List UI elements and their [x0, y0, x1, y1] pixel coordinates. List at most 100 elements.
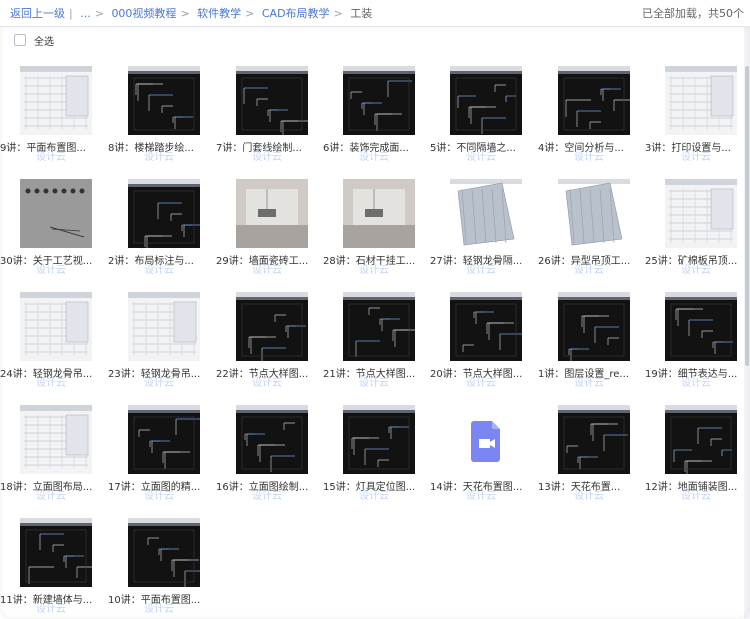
video-thumbnail[interactable] [128, 179, 200, 248]
select-all-label: 全选 [34, 36, 54, 48]
light-thumbnail-image [665, 66, 737, 135]
file-name[interactable]: 18讲：立面图布局... [0, 478, 118, 493]
breadcrumb-item-video-tutorials[interactable]: 000视频教程 [111, 7, 176, 20]
breadcrumb-separator: > [180, 7, 190, 20]
file-item[interactable]: 3讲：打印设置与... 设计云 [645, 66, 750, 166]
file-name[interactable]: 20讲：节点大样图... [430, 365, 548, 380]
video-thumbnail[interactable] [450, 292, 522, 361]
video-thumbnail[interactable] [665, 292, 737, 361]
breadcrumb-back-link[interactable]: 返回上一级 [10, 7, 65, 20]
dark-thumbnail-image [450, 66, 522, 135]
file-name[interactable]: 22讲：节点大样图... [216, 365, 334, 380]
video-thumbnail[interactable] [20, 292, 92, 361]
file-name[interactable]: 3讲：打印设置与... [645, 139, 750, 154]
file-name[interactable]: 15讲：灯具定位图... [323, 478, 441, 493]
file-name[interactable]: 14讲：天花布置图... [430, 478, 548, 493]
video-thumbnail[interactable] [20, 405, 92, 474]
file-name[interactable]: 4讲：空间分析与... [538, 139, 656, 154]
video-thumbnail[interactable] [665, 179, 737, 248]
gray-thumbnail-image [20, 179, 92, 248]
breadcrumb-separator: | [69, 7, 73, 20]
file-name[interactable]: 26讲：异型吊顶工... [538, 252, 656, 267]
video-thumbnail[interactable] [558, 66, 630, 135]
file-item[interactable]: 12讲：地面铺装图... 设计云 [645, 405, 750, 505]
dark-thumbnail-image [343, 292, 415, 361]
file-name[interactable]: 19讲：细节表达与... [645, 365, 750, 380]
scrollbar[interactable] [744, 26, 750, 619]
breadcrumb-separator: > [245, 7, 255, 20]
dark-thumbnail-image [558, 292, 630, 361]
file-name[interactable]: 5讲：不同隔墙之... [430, 139, 548, 154]
breadcrumb-separator: > [94, 7, 104, 20]
file-item[interactable]: 19讲：细节表达与... 设计云 [645, 292, 750, 392]
video-thumbnail[interactable] [343, 179, 415, 248]
file-name[interactable]: 29讲：墙面瓷砖工... [216, 252, 334, 267]
file-name[interactable]: 17讲：立面图的精... [108, 478, 226, 493]
file-name[interactable]: 25讲：矿棉板吊顶... [645, 252, 750, 267]
dark-thumbnail-image [343, 405, 415, 474]
top-bar: 返回上一级 | ... > 000视频教程 > 软件教学 > CAD布局教学 > 工装 已… [0, 0, 750, 27]
dark-thumbnail-image [236, 292, 308, 361]
breadcrumb-ellipsis[interactable]: ... [80, 7, 91, 20]
select-all-checkbox[interactable] [14, 34, 26, 46]
file-name[interactable]: 21讲：节点大样图... [323, 365, 441, 380]
video-thumbnail[interactable] [20, 66, 92, 135]
file-name[interactable]: 9讲：平面布置图... [0, 139, 118, 154]
video-thumbnail[interactable] [236, 292, 308, 361]
file-name[interactable]: 11讲：新建墙体与... [0, 591, 118, 606]
video-thumbnail[interactable] [20, 179, 92, 248]
video-thumbnail[interactable] [450, 66, 522, 135]
video-thumbnail[interactable] [343, 292, 415, 361]
dark-thumbnail-image [558, 66, 630, 135]
dark-thumbnail-image [128, 518, 200, 587]
video-icon-thumbnail-image [450, 405, 522, 474]
render-thumbnail-image [558, 179, 630, 248]
file-name[interactable]: 24讲：轻钢龙骨吊... [0, 365, 118, 380]
render-thumbnail-image [450, 179, 522, 248]
breadcrumb-separator: > [333, 7, 343, 20]
dark-thumbnail-image [236, 405, 308, 474]
video-thumbnail[interactable] [558, 405, 630, 474]
file-name[interactable]: 10讲：平面布置图... [108, 591, 226, 606]
file-name[interactable]: 28讲：石材干挂工... [323, 252, 441, 267]
breadcrumb-item-software[interactable]: 软件教学 [197, 7, 241, 20]
video-thumbnail[interactable] [665, 405, 737, 474]
video-thumbnail[interactable] [236, 405, 308, 474]
video-thumbnail[interactable] [343, 66, 415, 135]
photo-thumbnail-image [343, 179, 415, 248]
file-name[interactable]: 13讲：天花布置... [538, 478, 656, 493]
video-thumbnail[interactable] [558, 179, 630, 248]
file-name[interactable]: 27讲：轻钢龙骨隔... [430, 252, 548, 267]
file-name[interactable]: 16讲：立面图绘制... [216, 478, 334, 493]
file-name[interactable]: 1讲：图层设置_re... [538, 365, 656, 380]
video-thumbnail[interactable] [128, 292, 200, 361]
video-thumbnail[interactable] [343, 405, 415, 474]
scrollbar-thumb[interactable] [745, 66, 749, 366]
file-name[interactable]: 23讲：轻钢龙骨吊... [108, 365, 226, 380]
video-thumbnail[interactable] [558, 292, 630, 361]
file-name[interactable]: 12讲：地面铺装图... [645, 478, 750, 493]
file-name[interactable]: 6讲：装饰完成面... [323, 139, 441, 154]
video-thumbnail[interactable] [450, 405, 522, 474]
video-thumbnail[interactable] [450, 179, 522, 248]
file-name[interactable]: 2讲：布局标注与... [108, 252, 226, 267]
video-thumbnail[interactable] [20, 518, 92, 587]
breadcrumb-item-cad-layout[interactable]: CAD布局教学 [262, 7, 330, 20]
video-thumbnail[interactable] [665, 66, 737, 135]
video-thumbnail[interactable] [236, 179, 308, 248]
video-thumbnail[interactable] [128, 518, 200, 587]
dark-thumbnail-image [450, 292, 522, 361]
dark-thumbnail-image [236, 66, 308, 135]
select-all[interactable]: 全选 [14, 33, 54, 48]
file-name[interactable]: 30讲：关于工艺视... [0, 252, 118, 267]
file-item[interactable]: 10讲：平面布置图... 设计云 [108, 518, 232, 618]
dark-thumbnail-image [128, 405, 200, 474]
file-name[interactable]: 7讲：门套线绘制... [216, 139, 334, 154]
video-thumbnail[interactable] [236, 66, 308, 135]
dark-thumbnail-image [343, 66, 415, 135]
video-thumbnail[interactable] [128, 66, 200, 135]
video-thumbnail[interactable] [128, 405, 200, 474]
file-name[interactable]: 8讲：楼梯踏步绘... [108, 139, 226, 154]
file-item[interactable]: 25讲：矿棉板吊顶... 设计云 [645, 179, 750, 279]
load-status: 已全部加载，共50个 [642, 7, 744, 20]
